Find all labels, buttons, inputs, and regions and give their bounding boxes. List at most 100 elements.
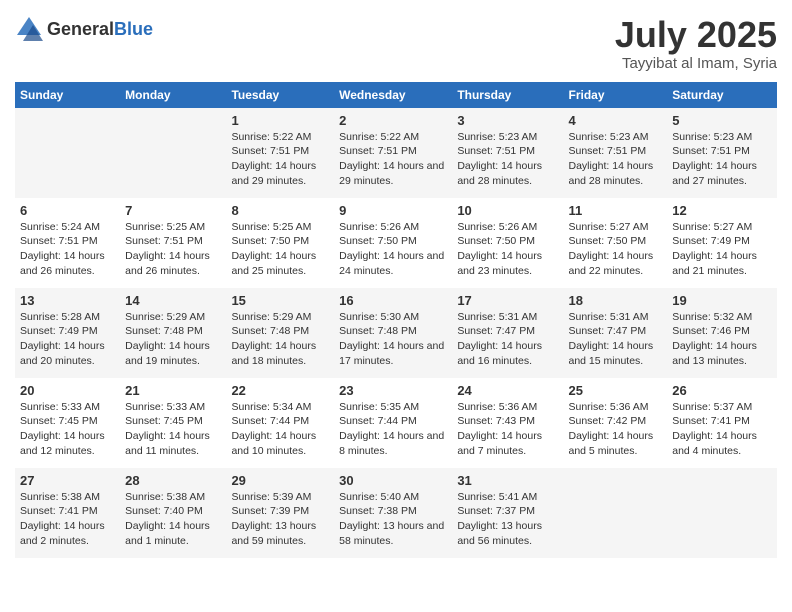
day-cell: 21Sunrise: 5:33 AM Sunset: 7:45 PM Dayli… bbox=[120, 378, 226, 468]
day-info: Sunrise: 5:26 AM Sunset: 7:50 PM Dayligh… bbox=[457, 220, 558, 279]
day-info: Sunrise: 5:23 AM Sunset: 7:51 PM Dayligh… bbox=[672, 130, 772, 189]
header-tuesday: Tuesday bbox=[226, 82, 334, 108]
day-number: 23 bbox=[339, 383, 447, 398]
day-number: 15 bbox=[231, 293, 329, 308]
day-number: 5 bbox=[672, 113, 772, 128]
header-thursday: Thursday bbox=[452, 82, 563, 108]
day-cell: 11 Sunrise: 5:27 AM Sunset: 7:50 PM Dayli… bbox=[564, 198, 668, 288]
day-info: Sunrise: 5:35 AM Sunset: 7:44 PM Dayligh… bbox=[339, 400, 447, 459]
day-info: Sunrise: 5:22 AM Sunset: 7:51 PM Dayligh… bbox=[339, 130, 447, 189]
header-wednesday: Wednesday bbox=[334, 82, 452, 108]
location: Tayyibat al Imam, Syria bbox=[615, 55, 777, 72]
logo-text-blue: Blue bbox=[114, 19, 153, 39]
day-number: 30 bbox=[339, 473, 447, 488]
day-number: 17 bbox=[457, 293, 558, 308]
day-number: 4 bbox=[569, 113, 663, 128]
day-cell bbox=[667, 468, 777, 558]
day-number: 6 bbox=[20, 203, 115, 218]
logo-icon bbox=[15, 15, 43, 43]
day-info: Sunrise: 5:25 AM Sunset: 7:50 PM Dayligh… bbox=[231, 220, 329, 279]
day-cell: 10Sunrise: 5:26 AM Sunset: 7:50 PM Dayli… bbox=[452, 198, 563, 288]
day-cell: 1 Sunrise: 5:22 AM Sunset: 7:51 PM Daylig… bbox=[226, 108, 334, 198]
day-info: Sunrise: 5:24 AM Sunset: 7:51 PM Dayligh… bbox=[20, 220, 115, 279]
week-row-2: 6 Sunrise: 5:24 AM Sunset: 7:51 PM Daylig… bbox=[15, 198, 777, 288]
day-number: 1 bbox=[231, 113, 329, 128]
day-info: Sunrise: 5:29 AM Sunset: 7:48 PM Dayligh… bbox=[125, 310, 221, 369]
day-number: 9 bbox=[339, 203, 447, 218]
day-cell: 30 Sunrise: 5:40 AM Sunset: 7:38 PM Dayli… bbox=[334, 468, 452, 558]
day-cell bbox=[15, 108, 120, 198]
day-info: Sunrise: 5:22 AM Sunset: 7:51 PM Dayligh… bbox=[231, 130, 329, 189]
day-info: Sunrise: 5:31 AM Sunset: 7:47 PM Dayligh… bbox=[457, 310, 558, 369]
day-cell: 25 Sunrise: 5:36 AM Sunset: 7:42 PM Dayli… bbox=[564, 378, 668, 468]
day-cell: 15 Sunrise: 5:29 AM Sunset: 7:48 PM Dayli… bbox=[226, 288, 334, 378]
day-info: Sunrise: 5:38 AM Sunset: 7:41 PM Dayligh… bbox=[20, 490, 115, 549]
day-info: Sunrise: 5:29 AM Sunset: 7:48 PM Dayligh… bbox=[231, 310, 329, 369]
day-info: Sunrise: 5:40 AM Sunset: 7:38 PM Dayligh… bbox=[339, 490, 447, 549]
day-cell bbox=[564, 468, 668, 558]
day-info: Sunrise: 5:25 AM Sunset: 7:51 PM Dayligh… bbox=[125, 220, 221, 279]
day-number: 13 bbox=[20, 293, 115, 308]
day-cell: 23 Sunrise: 5:35 AM Sunset: 7:44 PM Dayli… bbox=[334, 378, 452, 468]
day-cell: 14 Sunrise: 5:29 AM Sunset: 7:48 PM Dayli… bbox=[120, 288, 226, 378]
day-cell: 3 Sunrise: 5:23 AM Sunset: 7:51 PM Daylig… bbox=[452, 108, 563, 198]
day-info: Sunrise: 5:33 AM Sunset: 7:45 PM Dayligh… bbox=[125, 400, 221, 459]
day-cell: 17 Sunrise: 5:31 AM Sunset: 7:47 PM Dayli… bbox=[452, 288, 563, 378]
day-number: 19 bbox=[672, 293, 772, 308]
day-cell: 18 Sunrise: 5:31 AM Sunset: 7:47 PM Dayli… bbox=[564, 288, 668, 378]
week-row-5: 27Sunrise: 5:38 AM Sunset: 7:41 PM Dayli… bbox=[15, 468, 777, 558]
day-number: 14 bbox=[125, 293, 221, 308]
day-number: 28 bbox=[125, 473, 221, 488]
day-cell: 19 Sunrise: 5:32 AM Sunset: 7:46 PM Dayli… bbox=[667, 288, 777, 378]
calendar-header-row: SundayMondayTuesdayWednesdayThursdayFrid… bbox=[15, 82, 777, 108]
day-info: Sunrise: 5:37 AM Sunset: 7:41 PM Dayligh… bbox=[672, 400, 772, 459]
day-info: Sunrise: 5:28 AM Sunset: 7:49 PM Dayligh… bbox=[20, 310, 115, 369]
day-info: Sunrise: 5:26 AM Sunset: 7:50 PM Dayligh… bbox=[339, 220, 447, 279]
day-cell: 4Sunrise: 5:23 AM Sunset: 7:51 PM Daylig… bbox=[564, 108, 668, 198]
day-cell bbox=[120, 108, 226, 198]
week-row-3: 13 Sunrise: 5:28 AM Sunset: 7:49 PM Dayli… bbox=[15, 288, 777, 378]
day-info: Sunrise: 5:31 AM Sunset: 7:47 PM Dayligh… bbox=[569, 310, 663, 369]
header-friday: Friday bbox=[564, 82, 668, 108]
day-cell: 31 Sunrise: 5:41 AM Sunset: 7:37 PM Dayli… bbox=[452, 468, 563, 558]
day-number: 11 bbox=[569, 203, 663, 218]
day-cell: 27Sunrise: 5:38 AM Sunset: 7:41 PM Dayli… bbox=[15, 468, 120, 558]
day-cell: 13 Sunrise: 5:28 AM Sunset: 7:49 PM Dayli… bbox=[15, 288, 120, 378]
month-year: July 2025 bbox=[615, 15, 777, 55]
day-info: Sunrise: 5:41 AM Sunset: 7:37 PM Dayligh… bbox=[457, 490, 558, 549]
day-info: Sunrise: 5:36 AM Sunset: 7:43 PM Dayligh… bbox=[457, 400, 558, 459]
day-info: Sunrise: 5:27 AM Sunset: 7:50 PM Dayligh… bbox=[569, 220, 663, 279]
day-number: 7 bbox=[125, 203, 221, 218]
week-row-4: 20 Sunrise: 5:33 AM Sunset: 7:45 PM Dayli… bbox=[15, 378, 777, 468]
header-sunday: Sunday bbox=[15, 82, 120, 108]
day-cell: 29 Sunrise: 5:39 AM Sunset: 7:39 PM Dayli… bbox=[226, 468, 334, 558]
day-cell: 6 Sunrise: 5:24 AM Sunset: 7:51 PM Daylig… bbox=[15, 198, 120, 288]
day-info: Sunrise: 5:32 AM Sunset: 7:46 PM Dayligh… bbox=[672, 310, 772, 369]
calendar-table: SundayMondayTuesdayWednesdayThursdayFrid… bbox=[15, 82, 777, 558]
day-info: Sunrise: 5:38 AM Sunset: 7:40 PM Dayligh… bbox=[125, 490, 221, 549]
header-monday: Monday bbox=[120, 82, 226, 108]
day-number: 24 bbox=[457, 383, 558, 398]
day-cell: 5 Sunrise: 5:23 AM Sunset: 7:51 PM Daylig… bbox=[667, 108, 777, 198]
day-cell: 28 Sunrise: 5:38 AM Sunset: 7:40 PM Dayli… bbox=[120, 468, 226, 558]
day-number: 25 bbox=[569, 383, 663, 398]
day-number: 26 bbox=[672, 383, 772, 398]
day-cell: 12Sunrise: 5:27 AM Sunset: 7:49 PM Dayli… bbox=[667, 198, 777, 288]
day-info: Sunrise: 5:23 AM Sunset: 7:51 PM Dayligh… bbox=[457, 130, 558, 189]
day-number: 29 bbox=[231, 473, 329, 488]
day-number: 18 bbox=[569, 293, 663, 308]
page-header: GeneralBlue July 2025 Tayyibat al Imam, … bbox=[15, 15, 777, 72]
day-cell: 20Sunrise: 5:33 AM Sunset: 7:45 PM Dayli… bbox=[15, 378, 120, 468]
day-cell: 2 Sunrise: 5:22 AM Sunset: 7:51 PM Daylig… bbox=[334, 108, 452, 198]
day-number: 3 bbox=[457, 113, 558, 128]
day-cell: 16Sunrise: 5:30 AM Sunset: 7:48 PM Dayli… bbox=[334, 288, 452, 378]
day-info: Sunrise: 5:36 AM Sunset: 7:42 PM Dayligh… bbox=[569, 400, 663, 459]
day-info: Sunrise: 5:39 AM Sunset: 7:39 PM Dayligh… bbox=[231, 490, 329, 549]
day-info: Sunrise: 5:34 AM Sunset: 7:44 PM Dayligh… bbox=[231, 400, 329, 459]
day-info: Sunrise: 5:27 AM Sunset: 7:49 PM Dayligh… bbox=[672, 220, 772, 279]
day-number: 31 bbox=[457, 473, 558, 488]
day-number: 2 bbox=[339, 113, 447, 128]
day-number: 20 bbox=[20, 383, 115, 398]
day-number: 22 bbox=[231, 383, 329, 398]
day-cell: 24 Sunrise: 5:36 AM Sunset: 7:43 PM Dayli… bbox=[452, 378, 563, 468]
